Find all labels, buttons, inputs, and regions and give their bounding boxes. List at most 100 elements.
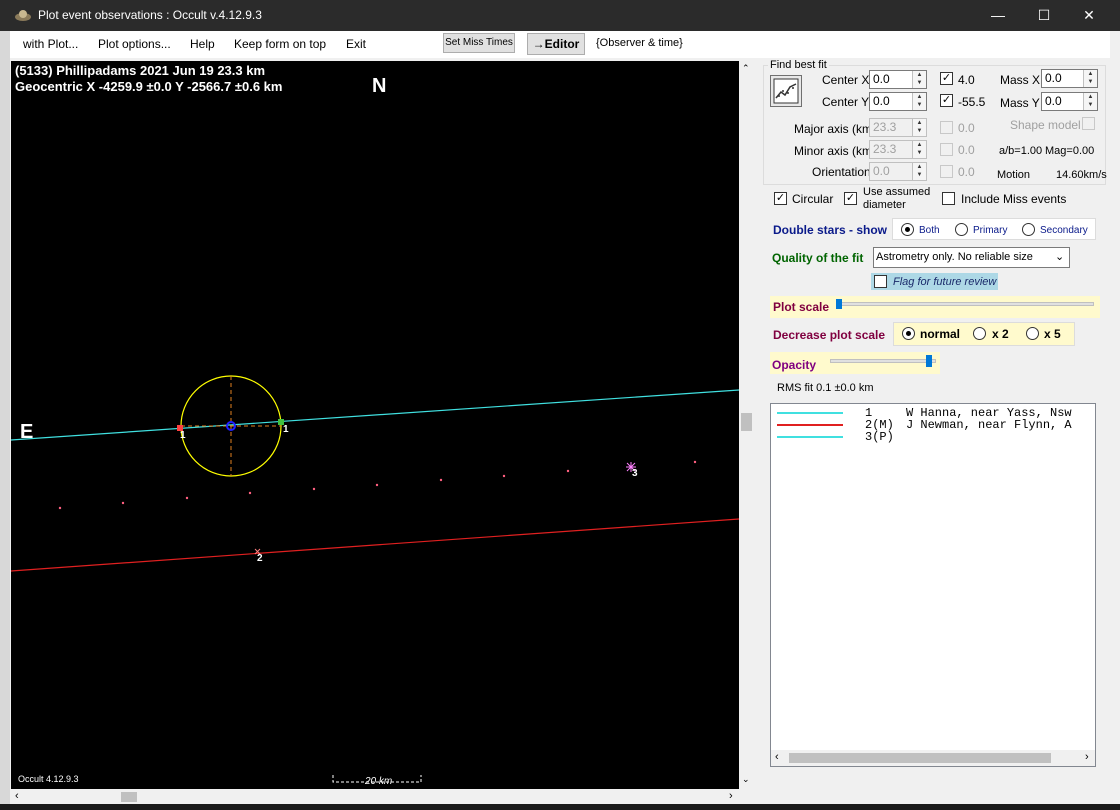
chord-1-line [11,389,739,441]
menu-plot-options[interactable]: Plot options... [98,37,171,51]
fit-orientation-checkbox[interactable] [940,165,953,178]
chord-label-2: 2 [257,553,263,564]
plot-canvas[interactable]: (5133) Phillipadams 2021 Jun 19 23.3 km … [11,61,739,789]
quality-dropdown[interactable]: Astrometry only. No reliable size ⌄ [873,247,1070,268]
scroll-right-icon[interactable]: › [729,790,733,802]
legend-horizontal-scrollbar[interactable]: ‹ › [771,750,1095,766]
motion-label: Motion [997,169,1031,181]
fit-major-checkbox[interactable] [940,121,953,134]
find-best-fit-button[interactable] [770,75,802,107]
menu-exit[interactable]: Exit [346,37,366,51]
chord-label-1b: 1 [283,424,289,435]
window-title: Plot event observations : Occult v.4.12.… [38,8,262,22]
chord-label-1a: 1 [180,430,186,441]
minor-axis-input[interactable]: 23.3 ▲ ▼ [869,140,927,159]
menu-keep-on-top[interactable]: Keep form on top [234,37,326,51]
scroll-left-icon[interactable]: ‹ [15,790,19,802]
fit-x-checkbox[interactable]: ✓ [940,72,953,85]
double-primary-radio[interactable] [955,223,968,236]
scale-x2-label: x 2 [992,327,1009,341]
circular-checkbox[interactable]: ✓ [774,192,787,205]
version-label: Occult 4.12.9.3 [18,774,79,784]
fit-y-value: -55.5 [958,95,986,109]
quality-label: Quality of the fit [772,251,864,265]
maximize-button[interactable]: ☐ [1021,0,1067,31]
plot-scale-slider[interactable] [836,302,1094,306]
fit-x-value: 4.0 [958,73,975,87]
close-button[interactable]: ✕ [1066,0,1112,31]
east-label: E [20,421,34,443]
center-x-input[interactable]: 0.0 ▲ ▼ [869,70,927,89]
mass-y-input[interactable]: 0.0 ▲ ▼ [1041,92,1098,111]
app-icon [15,10,31,21]
include-miss-checkbox[interactable] [942,192,955,205]
mag-value: Mag=0.00 [1045,145,1095,157]
minimize-button[interactable]: — [975,0,1021,31]
double-both-label: Both [919,225,940,236]
double-secondary-radio[interactable] [1022,223,1035,236]
double-both-radio[interactable] [901,223,914,236]
scale-label: 20 km [365,776,393,787]
quality-value: Astrometry only. No reliable size [876,251,1033,263]
legend-id: 3(P) [865,430,894,444]
editor-button[interactable]: →Editor [527,33,585,55]
plot-vertical-scrollbar[interactable]: ⌃ ⌄ [739,61,755,789]
mass-y-label: Mass Y [1000,96,1040,110]
fit-minor-value: 0.0 [958,143,975,157]
double-primary-label: Primary [973,225,1008,236]
plot-scale-label: Plot scale [773,300,830,314]
opacity-label: Opacity [772,358,817,372]
include-miss-label: Include Miss events [961,192,1067,206]
decrease-scale-label: Decrease plot scale [773,328,886,342]
fit-y-checkbox[interactable]: ✓ [940,94,953,107]
legend-swatch [777,424,843,426]
flag-review-checkbox[interactable] [874,275,887,288]
double-stars-label: Double stars - show [773,223,888,237]
use-assumed-label: Use assumed [863,186,931,198]
background-window-strip [0,31,10,810]
fit-orientation-value: 0.0 [958,165,975,179]
observer-legend-list[interactable]: 1 W Hanna, near Yass, Nsw 2(M) J Newman,… [770,403,1096,767]
scale-x5-radio[interactable] [1026,327,1039,340]
orientation-input[interactable]: 0.0 ▲ ▼ [869,162,927,181]
menu-bar: with Plot... Plot options... Help Keep f… [10,31,1110,58]
plot-horizontal-scrollbar[interactable]: ‹ › [11,789,739,805]
plot-scale-thumb[interactable] [836,299,842,309]
menu-help[interactable]: Help [190,37,215,51]
plot-header-line1: (5133) Phillipadams 2021 Jun 19 23.3 km [15,63,266,78]
legend-scroll-right-icon[interactable]: › [1085,751,1089,763]
legend-observer: J Newman, near Flynn, A [906,418,1072,432]
opacity-thumb[interactable] [926,355,932,367]
chord-2-line [11,518,739,572]
plot-graphics [11,375,739,783]
title-bar: Plot event observations : Occult v.4.12.… [0,0,1120,31]
fit-minor-checkbox[interactable] [940,143,953,156]
scroll-down-icon[interactable]: ⌄ [742,774,750,785]
shape-model-checkbox[interactable] [1082,117,1095,130]
mass-x-input[interactable]: 0.0 ▲ ▼ [1041,69,1098,88]
bottom-edge [0,804,1120,810]
north-label: N [372,75,387,97]
find-best-fit-label: Find best fit [768,59,829,71]
legend-swatch [777,436,843,438]
opacity-slider[interactable] [830,359,936,363]
use-assumed-diameter-checkbox[interactable]: ✓ [844,192,857,205]
minor-axis-label: Minor axis (km) [794,144,877,158]
path-dots [58,460,697,510]
scale-x2-radio[interactable] [973,327,986,340]
set-miss-times-button[interactable]: Set Miss Times [443,33,515,53]
chord-label-3: 3 [632,468,638,479]
horizontal-scroll-thumb[interactable] [121,792,137,802]
legend-scroll-left-icon[interactable]: ‹ [775,751,779,763]
legend-scroll-thumb[interactable] [789,753,1051,763]
scroll-up-icon[interactable]: ⌃ [742,63,750,74]
scale-normal-radio[interactable] [902,327,915,340]
major-axis-input[interactable]: 23.3 ▲ ▼ [869,118,927,137]
menu-with-plot[interactable]: with Plot... [23,37,78,51]
diameter-label: diameter [863,199,906,211]
motion-value: 14.60km/s [1056,169,1107,181]
center-y-label: Center Y [822,95,870,109]
major-axis-label: Major axis (km) [794,122,877,136]
center-y-input[interactable]: 0.0 ▲ ▼ [869,92,927,111]
vertical-scroll-thumb[interactable] [741,413,752,431]
